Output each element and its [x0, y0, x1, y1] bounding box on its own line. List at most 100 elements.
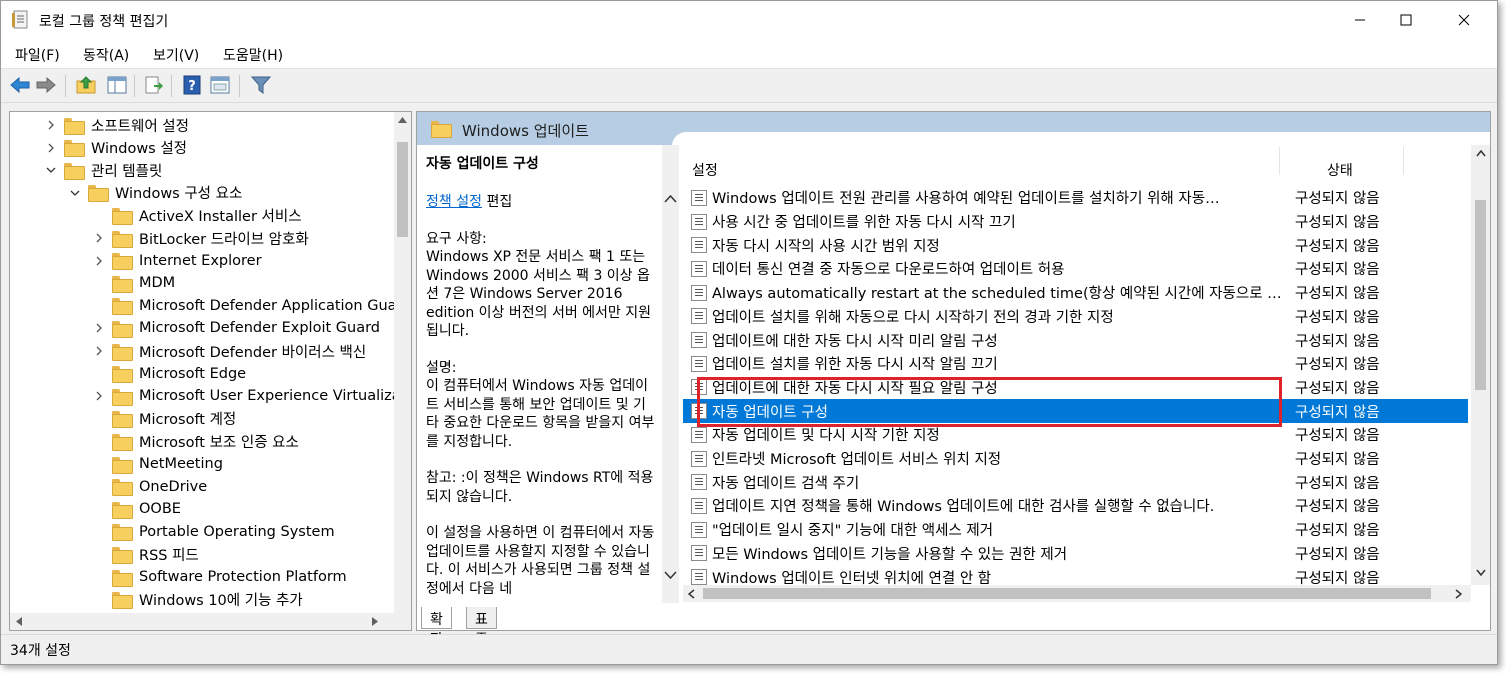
scroll-down-chevron-icon[interactable]: [1476, 569, 1486, 576]
tab-extended[interactable]: 확장: [421, 607, 452, 648]
settings-list[interactable]: 설정 상태 Windows 업데이트 전원 관리를 사용하여 예약된 업데이트를…: [683, 145, 1490, 610]
list-horizontal-scrollbar[interactable]: [683, 585, 1471, 602]
column-header-setting[interactable]: 설정: [692, 160, 718, 180]
tree-item[interactable]: Microsoft 계정: [92, 408, 236, 430]
scroll-up-chevron-icon[interactable]: [664, 195, 677, 203]
list-item[interactable]: 모든 Windows 업데이트 기능을 사용할 수 있는 권한 제거 구성되지 않…: [683, 542, 1468, 566]
tree-item[interactable]: NetMeeting: [92, 453, 223, 475]
chevron-right-icon[interactable]: [92, 323, 106, 333]
list-item[interactable]: 데이터 통신 연결 중 자동으로 다운로드하여 업데이트 허용 구성되지 않음: [683, 257, 1468, 281]
tree-item[interactable]: Microsoft Defender Exploit Guard: [92, 317, 380, 339]
tree-item[interactable]: Windows 구성 요소: [68, 182, 242, 204]
scroll-up-arrow-icon[interactable]: [398, 117, 407, 123]
scroll-right-chevron-icon[interactable]: [1455, 589, 1462, 599]
tree-item[interactable]: 소프트웨어 설정: [44, 114, 189, 136]
show-hide-tree-button[interactable]: [105, 73, 129, 97]
column-divider[interactable]: [1279, 147, 1280, 175]
tab-standard[interactable]: 표준: [466, 607, 497, 648]
list-item[interactable]: 업데이트 지연 정책을 통해 Windows 업데이트에 대한 검사를 실행할 …: [683, 494, 1468, 518]
list-item[interactable]: Windows 업데이트 전원 관리를 사용하여 예약된 업데이트를 설치하기 …: [683, 186, 1468, 210]
tree-item-label: ActiveX Installer 서비스: [139, 208, 302, 225]
window-title: 로컬 그룹 정책 편집기: [39, 14, 169, 30]
list-item[interactable]: 인트라넷 Microsoft 업데이트 서비스 위치 지정 구성되지 않음: [683, 447, 1468, 471]
tree-item[interactable]: ActiveX Installer 서비스: [92, 204, 302, 226]
list-item[interactable]: 업데이트에 대한 자동 다시 시작 필요 알림 구성 구성되지 않음: [683, 376, 1468, 400]
list-item[interactable]: 사용 시간 중 업데이트를 위한 자동 다시 시작 끄기 구성되지 않음: [683, 210, 1468, 234]
tree-item[interactable]: OOBE: [92, 498, 181, 520]
scroll-right-arrow-icon[interactable]: [372, 617, 378, 626]
tree-item[interactable]: Microsoft 보조 인증 요소: [92, 430, 299, 452]
list-scroll-thumb[interactable]: [1475, 200, 1486, 390]
tree-horizontal-scrollbar[interactable]: [10, 613, 411, 630]
tree-item[interactable]: OneDrive: [92, 476, 207, 498]
tree-item[interactable]: 관리 템플릿: [44, 159, 162, 181]
tree-item[interactable]: Portable Operating System: [92, 521, 335, 543]
minimize-button[interactable]: [1337, 1, 1383, 39]
tree-vertical-scrollbar[interactable]: [394, 112, 411, 614]
tree-item[interactable]: Microsoft Defender 바이러스 백신: [92, 340, 366, 362]
folder-icon: [64, 162, 85, 180]
list-item[interactable]: 업데이트 설치를 위한 자동 다시 시작 알림 끄기 구성되지 않음: [683, 352, 1468, 376]
list-item-selected[interactable]: 자동 업데이트 구성 구성되지 않음: [683, 399, 1468, 423]
folder-icon: [88, 185, 109, 203]
list-vertical-scrollbar[interactable]: [1471, 145, 1490, 585]
back-button[interactable]: [8, 73, 32, 97]
menu-file[interactable]: 파일(F): [15, 45, 60, 65]
properties-button[interactable]: [208, 73, 232, 97]
list-hscroll-thumb[interactable]: [703, 588, 1431, 599]
toolbar-separator: [171, 75, 172, 97]
tree-item[interactable]: RSS 피드: [92, 543, 199, 565]
forward-button[interactable]: [34, 73, 58, 97]
chevron-right-icon[interactable]: [44, 120, 58, 130]
list-item[interactable]: Always automatically restart at the sche…: [683, 281, 1468, 305]
filter-button[interactable]: [249, 73, 273, 97]
up-one-level-button[interactable]: [74, 73, 98, 97]
chevron-down-icon[interactable]: [44, 166, 58, 174]
help-button[interactable]: ?: [180, 73, 204, 97]
show-hide-tree-icon: [107, 76, 127, 94]
maximize-button[interactable]: [1383, 1, 1429, 39]
tree-item[interactable]: Microsoft Edge: [92, 363, 246, 385]
scroll-up-chevron-icon[interactable]: [1476, 150, 1486, 157]
list-item[interactable]: 업데이트에 대한 자동 다시 시작 미리 알림 구성 구성되지 않음: [683, 328, 1468, 352]
tree-item[interactable]: Microsoft Defender Application Guard: [92, 295, 411, 317]
column-divider[interactable]: [1403, 147, 1404, 175]
tree-item[interactable]: BitLocker 드라이브 암호화: [92, 227, 309, 249]
chevron-right-icon[interactable]: [92, 346, 106, 356]
list-item[interactable]: 자동 업데이트 검색 주기 구성되지 않음: [683, 470, 1468, 494]
policy-setting-link[interactable]: 정책 설정: [426, 194, 482, 210]
chevron-right-icon[interactable]: [44, 143, 58, 153]
tree-item[interactable]: MDM: [92, 272, 175, 294]
scroll-down-chevron-icon[interactable]: [664, 571, 677, 579]
close-button[interactable]: [1441, 1, 1487, 39]
list-item[interactable]: 자동 업데이트 및 다시 시작 기한 지정 구성되지 않음: [683, 423, 1468, 447]
menu-view[interactable]: 보기(V): [153, 45, 199, 65]
menu-action[interactable]: 동작(A): [83, 45, 129, 65]
setting-name: 인트라넷 Microsoft 업데이트 서비스 위치 지정: [712, 452, 1002, 469]
description-body: 정책 설정 편집 요구 사항: Windows XP 전문 서비스 팩 1 또는 …: [426, 193, 658, 603]
chevron-down-icon[interactable]: [68, 189, 82, 197]
column-header-status[interactable]: 상태: [1327, 160, 1353, 180]
chevron-right-icon[interactable]: [92, 391, 106, 401]
list-item[interactable]: 업데이트 설치를 위해 자동으로 다시 시작하기 전의 경과 기한 지정 구성되지…: [683, 305, 1468, 329]
description-scrollbar[interactable]: [662, 145, 679, 603]
tree-item[interactable]: Software Protection Platform: [92, 566, 347, 588]
scroll-left-chevron-icon[interactable]: [688, 589, 695, 599]
chevron-right-icon[interactable]: [92, 256, 106, 266]
tree-item[interactable]: Windows 10에 기능 추가: [92, 589, 303, 611]
tree-scroll-thumb[interactable]: [397, 142, 408, 237]
tree-item[interactable]: Microsoft User Experience Virtualizatio: [92, 385, 411, 407]
list-item[interactable]: "업데이트 일시 중지" 기능에 대한 액세스 제거 구성되지 않음: [683, 518, 1468, 542]
scroll-left-arrow-icon[interactable]: [16, 617, 22, 626]
setting-state: 구성되지 않음: [1295, 286, 1380, 303]
tree-pane[interactable]: 소프트웨어 설정 Windows 설정 관리 템플릿 Windows 구성 요소 Act…: [9, 111, 412, 631]
policy-setting-icon: [691, 284, 707, 301]
toolbar-separator: [134, 75, 135, 97]
chevron-right-icon[interactable]: [92, 233, 106, 243]
export-list-button[interactable]: [142, 73, 166, 97]
tree-item[interactable]: Windows 설정: [44, 137, 187, 159]
menu-help[interactable]: 도움말(H): [223, 45, 283, 65]
policy-setting-icon: [691, 189, 707, 206]
tree-item[interactable]: Internet Explorer: [92, 250, 262, 272]
list-item[interactable]: 자동 다시 시작의 사용 시간 범위 지정 구성되지 않음: [683, 233, 1468, 257]
